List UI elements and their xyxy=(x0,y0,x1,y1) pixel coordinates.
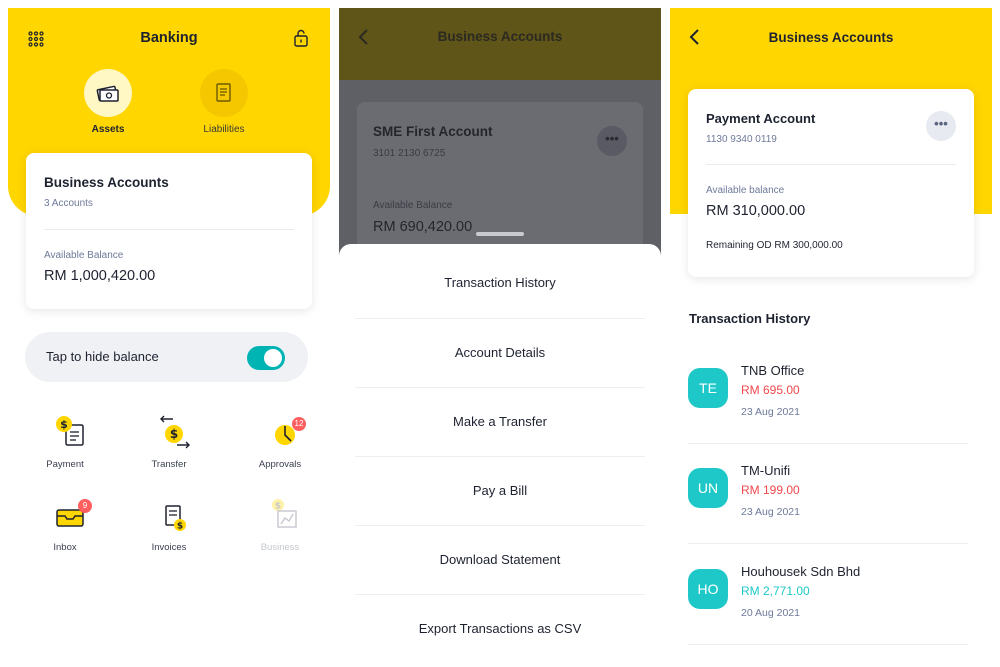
svg-text:$: $ xyxy=(170,427,178,441)
svg-text:$: $ xyxy=(275,502,281,512)
liabilities-tab-label[interactable]: Liabilities xyxy=(174,124,274,135)
approvals-label: Approvals xyxy=(258,459,302,470)
dimmed-header: Business Accounts xyxy=(339,8,661,80)
card-divider xyxy=(706,164,956,165)
invoices-button[interactable]: $ Invoices xyxy=(124,498,214,562)
transaction-row[interactable]: TE TNB Office RM 695.00 23 Aug 2021 xyxy=(670,344,992,444)
toggle-knob xyxy=(264,349,282,367)
payment-label: Payment xyxy=(46,459,84,470)
make-transfer-option[interactable]: Make a Transfer xyxy=(355,387,645,455)
row-divider xyxy=(688,543,968,544)
balance-label: Available Balance xyxy=(44,250,124,261)
account-number: 1130 9340 0119 xyxy=(706,134,777,145)
merchant-name: TM-Unifi xyxy=(741,463,791,478)
svg-text:$: $ xyxy=(177,522,183,532)
page-title: Banking xyxy=(140,30,198,46)
hide-balance-toggle[interactable] xyxy=(247,346,285,370)
transaction-amount: RM 199.00 xyxy=(741,483,800,497)
hide-balance-row[interactable]: Tap to hide balance xyxy=(25,332,308,382)
transfer-icon: $ xyxy=(160,415,190,449)
balance-value: RM 690,420.00 xyxy=(373,219,473,235)
payment-button[interactable]: $ Payment xyxy=(20,415,110,479)
transaction-history-title: Transaction History xyxy=(689,311,811,326)
balance-label: Available Balance xyxy=(373,200,453,211)
transaction-date: 23 Aug 2021 xyxy=(741,506,800,518)
transaction-date: 20 Aug 2021 xyxy=(741,607,800,619)
business-button[interactable]: $ Business xyxy=(235,498,325,562)
transfer-label: Transfer xyxy=(151,459,187,470)
assets-tab-label[interactable]: Assets xyxy=(58,124,158,135)
remaining-od: Remaining OD RM 300,000.00 xyxy=(706,240,843,251)
assets-tab[interactable] xyxy=(84,69,132,117)
liabilities-tab[interactable] xyxy=(200,69,248,117)
merchant-avatar: HO xyxy=(688,569,728,609)
payment-account-card[interactable]: Payment Account 1130 9340 0119 ••• Avail… xyxy=(688,89,974,277)
card-divider xyxy=(44,229,294,230)
inbox-label: Inbox xyxy=(53,542,77,553)
card-title: Business Accounts xyxy=(44,175,169,190)
hide-balance-label: Tap to hide balance xyxy=(46,349,159,364)
balance-value: RM 310,000.00 xyxy=(706,203,806,219)
account-details-option[interactable]: Account Details xyxy=(355,318,645,386)
account-title: Payment Account xyxy=(706,111,816,126)
sheet-drag-handle[interactable] xyxy=(476,232,524,236)
approvals-badge: 12 xyxy=(292,417,306,431)
merchant-name: TNB Office xyxy=(741,363,805,378)
invoices-icon: $ xyxy=(165,505,186,532)
business-label: Business xyxy=(260,542,300,553)
account-number: 3101 2130 6725 xyxy=(373,148,446,159)
account-title: SME First Account xyxy=(373,124,493,139)
transaction-row[interactable]: UN TM-Unifi RM 199.00 23 Aug 2021 xyxy=(670,444,992,544)
document-icon xyxy=(216,83,231,102)
row-divider xyxy=(688,644,968,645)
payment-icon: $ xyxy=(56,416,84,446)
more-options-icon[interactable]: ••• xyxy=(926,111,956,141)
download-statement-option[interactable]: Download Statement xyxy=(355,525,645,593)
lock-icon[interactable] xyxy=(294,29,308,47)
app-header: Banking xyxy=(8,26,330,50)
invoices-label: Invoices xyxy=(151,542,187,553)
approvals-button[interactable]: 12 Approvals xyxy=(235,415,325,479)
inbox-badge: 9 xyxy=(78,499,92,513)
transaction-amount: RM 695.00 xyxy=(741,383,800,397)
business-icon: $ xyxy=(272,499,297,528)
merchant-avatar: UN xyxy=(688,468,728,508)
merchant-name: Houhousek Sdn Bhd xyxy=(741,564,861,579)
page-title: Business Accounts xyxy=(768,30,894,45)
more-options-icon[interactable]: ••• xyxy=(597,126,627,156)
svg-text:$: $ xyxy=(60,418,68,431)
balance-label: Available balance xyxy=(706,185,785,196)
actions-bottom-sheet: Transaction History Account Details Make… xyxy=(339,244,661,667)
transaction-row[interactable]: HO Houhousek Sdn Bhd RM 2,771.00 20 Aug … xyxy=(670,545,992,645)
business-accounts-card[interactable]: Business Accounts 3 Accounts Available B… xyxy=(26,153,312,309)
page-title: Business Accounts xyxy=(437,29,563,44)
banking-screen: Banking Assets Liabilities Business Acco… xyxy=(8,8,330,667)
transaction-amount: RM 2,771.00 xyxy=(741,584,810,598)
balance-value: RM 1,000,420.00 xyxy=(44,268,156,284)
account-actions-screen: Business Accounts SME First Account 3101… xyxy=(339,8,661,667)
transaction-history-option[interactable]: Transaction History xyxy=(355,249,645,317)
transfer-button[interactable]: $ Transfer xyxy=(124,415,214,479)
transaction-date: 23 Aug 2021 xyxy=(741,406,800,418)
inbox-button[interactable]: 9 Inbox xyxy=(20,498,110,562)
accounts-count: 3 Accounts xyxy=(44,198,93,209)
payment-account-screen: Business Accounts Payment Account 1130 9… xyxy=(670,8,992,667)
money-icon xyxy=(96,85,119,102)
export-csv-option[interactable]: Export Transactions as CSV xyxy=(355,594,645,662)
sme-account-card[interactable]: SME First Account 3101 2130 6725 ••• Ava… xyxy=(357,102,643,252)
pay-bill-option[interactable]: Pay a Bill xyxy=(355,456,645,524)
merchant-avatar: TE xyxy=(688,368,728,408)
